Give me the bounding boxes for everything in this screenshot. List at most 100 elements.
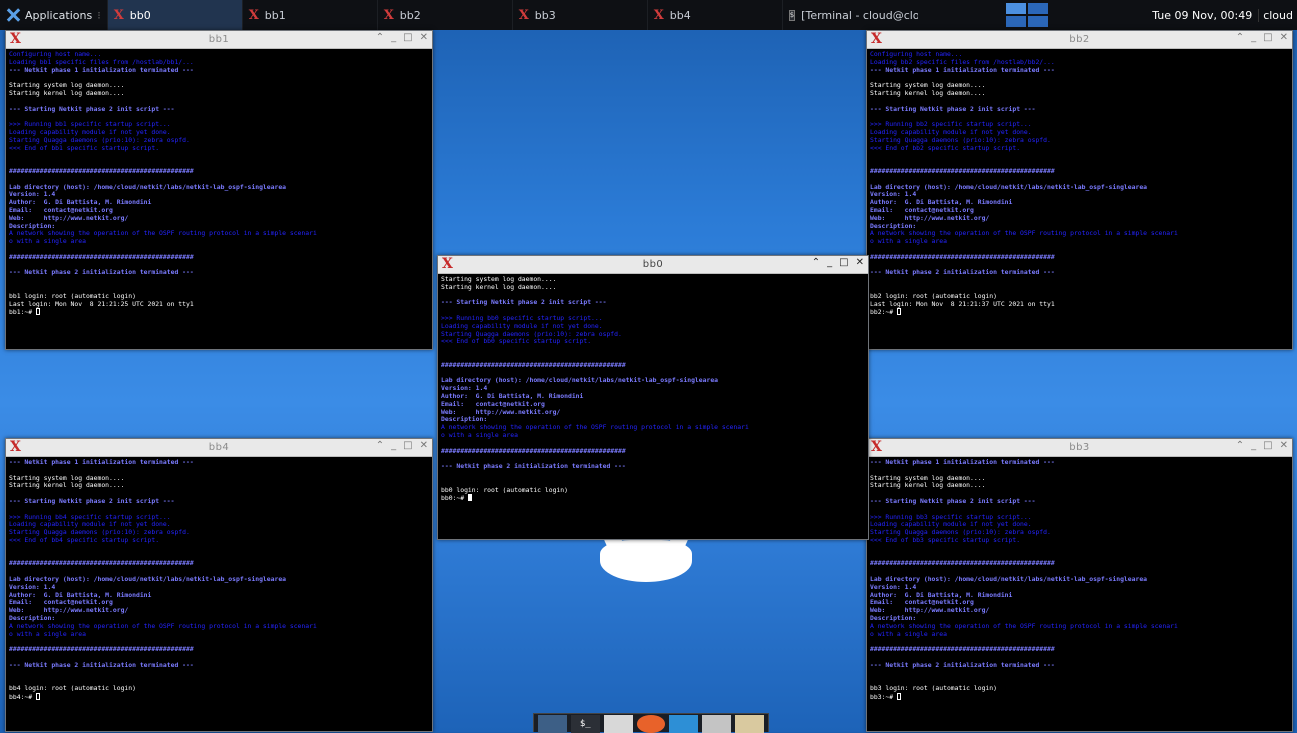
netkit-x-icon: X <box>442 256 453 272</box>
terminal-window-bb2[interactable]: Xbb2 ⌃ _ □ ✕ Configuring host name... Loading … <box>866 30 1293 350</box>
dock: $_ <box>533 713 769 733</box>
taskbar-item-bb0[interactable]: X bb0 <box>106 0 242 30</box>
minimize-button[interactable]: _ <box>1251 32 1256 43</box>
workspace-1[interactable] <box>1006 3 1027 14</box>
workspace-3[interactable] <box>1006 16 1027 27</box>
terminal-line: ########################################… <box>441 360 626 369</box>
taskbar-item-label: bb2 <box>399 8 421 22</box>
shade-button[interactable]: ⌃ <box>1236 32 1244 43</box>
terminal-line: ########################################… <box>870 252 1055 261</box>
workspace-4[interactable] <box>1028 16 1049 27</box>
taskbar-item-bb3[interactable]: X bb3 <box>511 0 647 30</box>
minimize-button[interactable]: _ <box>391 440 396 451</box>
terminal-window-bb1[interactable]: Xbb1 ⌃ _ □ ✕ Configuring host name... Loading … <box>5 30 433 350</box>
shade-button[interactable]: ⌃ <box>376 440 384 451</box>
netkit-x-icon: X <box>248 7 259 23</box>
terminal-line: ########################################… <box>9 559 194 568</box>
terminal-line: Last login: Mon Nov 8 21:21:25 UTC 2021 … <box>9 299 194 308</box>
terminal-output[interactable]: --- Netkit phase 1 initialization termin… <box>6 457 432 701</box>
terminal-line: bb4:~# <box>9 692 429 701</box>
taskbar-item-label: bb1 <box>264 8 286 22</box>
shade-button[interactable]: ⌃ <box>812 257 820 268</box>
maximize-button[interactable]: □ <box>403 32 412 43</box>
taskbar-item-terminal[interactable]: $ [Terminal - cloud@cloud... <box>781 0 918 30</box>
terminal-line: Starting kernel log daemon.... <box>9 88 125 97</box>
terminal-window-bb0[interactable]: Xbb0 ⌃ _ □ ✕ Starting system log daemon.... St… <box>437 255 869 540</box>
terminal-line: Lab directory (host): /home/cloud/netkit… <box>9 574 287 583</box>
show-desktop-icon[interactable] <box>538 715 567 733</box>
terminal-line: --- Starting Netkit phase 2 init script … <box>870 104 1036 113</box>
search-icon[interactable] <box>702 715 732 733</box>
terminal-output[interactable]: --- Netkit phase 1 initialization termin… <box>867 457 1292 701</box>
terminal-line: o with a single area <box>441 430 518 439</box>
terminal-line: Last login: Mon Nov 8 21:21:37 UTC 2021 … <box>870 299 1055 308</box>
close-button[interactable]: ✕ <box>1280 32 1288 43</box>
terminal-window-bb3[interactable]: Xbb3 ⌃ _ □ ✕ --- Netkit phase 1 initializatio… <box>866 438 1293 732</box>
terminal-line: Web: http://www.netkit.org/ <box>9 213 129 222</box>
top-panel: Applications ⁝ X bb0 X bb1 X bb2 X bb3 X… <box>0 0 1297 30</box>
terminal-line: --- Netkit phase 1 initialization termin… <box>870 458 1055 466</box>
terminal-line: Web: http://www.netkit.org/ <box>870 213 990 222</box>
minimize-button[interactable]: _ <box>827 257 832 268</box>
window-controls: ⌃ _ □ ✕ <box>376 32 428 43</box>
netkit-x-icon: X <box>518 7 529 23</box>
applications-label: Applications <box>25 8 93 22</box>
terminal-line: --- Starting Netkit phase 2 init script … <box>9 104 175 113</box>
close-button[interactable]: ✕ <box>1280 440 1288 451</box>
taskbar-item-label: [Terminal - cloud@cloud... <box>801 8 918 22</box>
workspace-2[interactable] <box>1028 3 1049 14</box>
workspace-switcher[interactable] <box>1006 3 1049 27</box>
window-titlebar[interactable]: Xbb2 ⌃ _ □ ✕ <box>867 31 1292 49</box>
minimize-button[interactable]: _ <box>1251 440 1256 451</box>
terminal-output[interactable]: Configuring host name... Loading bb2 spec… <box>867 49 1292 316</box>
maximize-button[interactable]: □ <box>839 257 848 268</box>
window-controls: ⌃ _ □ ✕ <box>812 257 864 268</box>
minimize-button[interactable]: _ <box>391 32 396 43</box>
taskbar-item-label: bb4 <box>669 8 691 22</box>
terminal-line: o with a single area <box>870 237 947 246</box>
close-button[interactable]: ✕ <box>856 257 864 268</box>
taskbar-item-bb1[interactable]: X bb1 <box>241 0 377 30</box>
terminal-window-bb4[interactable]: Xbb4 ⌃ _ □ ✕ --- Netkit phase 1 initializatio… <box>5 438 433 732</box>
close-button[interactable]: ✕ <box>420 440 428 451</box>
maximize-button[interactable]: □ <box>403 440 412 451</box>
terminal-line: --- Netkit phase 2 initialization termin… <box>9 660 194 669</box>
terminal-output[interactable]: Starting system log daemon.... Starting k… <box>438 274 868 502</box>
maximize-button[interactable]: □ <box>1263 32 1272 43</box>
terminal-line: --- Starting Netkit phase 2 init script … <box>9 496 175 505</box>
taskbar-item-bb2[interactable]: X bb2 <box>376 0 512 30</box>
terminal-line: o with a single area <box>9 629 86 638</box>
shade-button[interactable]: ⌃ <box>1236 440 1244 451</box>
close-button[interactable]: ✕ <box>420 32 428 43</box>
window-titlebar[interactable]: Xbb0 ⌃ _ □ ✕ <box>438 256 868 274</box>
terminal-output[interactable]: Configuring host name... Loading bb1 spec… <box>6 49 432 316</box>
terminal-line: ########################################… <box>9 252 194 261</box>
shade-button[interactable]: ⌃ <box>376 32 384 43</box>
terminal-line: --- Netkit phase 1 initialization termin… <box>9 458 194 466</box>
panel-clock[interactable]: Tue 09 Nov, 00:49 <box>1146 9 1258 22</box>
netkit-x-icon: X <box>10 31 21 47</box>
folder-icon[interactable] <box>735 715 765 733</box>
terminal-line: Lab directory (host): /home/cloud/netkit… <box>870 182 1148 191</box>
terminal-line: --- Netkit phase 2 initialization termin… <box>870 660 1055 669</box>
terminal-line: bb3 login: root (automatic login) <box>870 684 997 693</box>
applications-menu-button[interactable]: Applications ⁝ <box>0 0 107 30</box>
window-titlebar[interactable]: Xbb4 ⌃ _ □ ✕ <box>6 439 432 457</box>
terminal-icon[interactable]: $_ <box>570 715 600 733</box>
terminal-line: ########################################… <box>870 166 1055 175</box>
window-titlebar[interactable]: Xbb1 ⌃ _ □ ✕ <box>6 31 432 49</box>
terminal-line: Web: http://www.netkit.org/ <box>870 606 990 615</box>
taskbar-item-bb4[interactable]: X bb4 <box>646 0 782 30</box>
file-manager-icon[interactable] <box>603 715 633 733</box>
firefox-icon[interactable] <box>636 715 666 733</box>
graph-app-icon[interactable] <box>669 715 699 733</box>
netkit-x-icon: X <box>383 7 394 23</box>
window-titlebar[interactable]: Xbb3 ⌃ _ □ ✕ <box>867 439 1292 457</box>
maximize-button[interactable]: □ <box>1263 440 1272 451</box>
window-controls: ⌃ _ □ ✕ <box>376 440 428 451</box>
user-menu[interactable]: cloud <box>1258 8 1297 22</box>
